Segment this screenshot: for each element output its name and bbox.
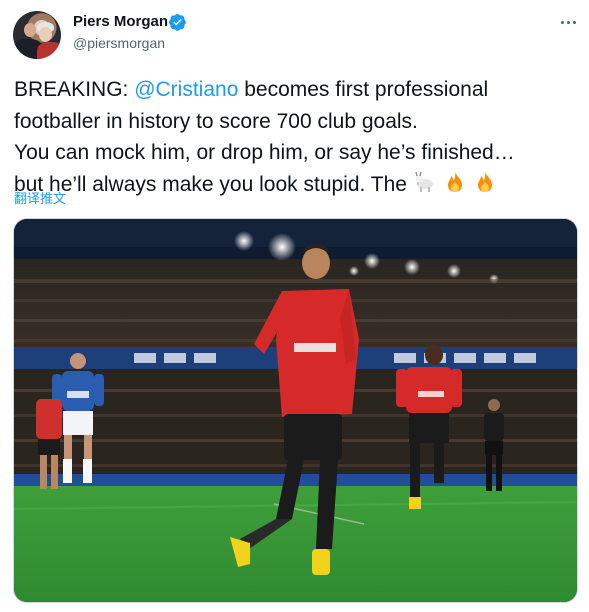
tweet-text: BREAKING: @Cristiano becomes first profe… — [14, 74, 584, 200]
fire-emoji-icon — [447, 171, 462, 192]
tweet-text-line1-rest: becomes first professional — [238, 78, 489, 101]
verified-badge-icon — [169, 13, 186, 31]
avatar-face-left — [24, 23, 36, 37]
tweet-text-line4: but he’ll always make you look stupid. T… — [14, 172, 413, 196]
football-photo-illustration — [14, 219, 577, 602]
tweet-text-prefix: BREAKING: — [14, 78, 135, 101]
author-handle[interactable]: @piersmorgan — [73, 35, 165, 51]
avatar-figure-right — [37, 42, 61, 59]
tweet-photo[interactable] — [13, 218, 578, 603]
tweet-text-line3: You can mock him, or drop him, or say he… — [14, 141, 515, 164]
mention-link[interactable]: @Cristiano — [134, 78, 238, 101]
translate-tweet-link[interactable]: 翻译推文 — [14, 188, 66, 207]
tweet-text-line2: footballer in history to score 700 club … — [14, 109, 418, 133]
more-options-icon[interactable] — [559, 13, 579, 33]
tweet-card: Piers Morgan @piersmorgan BREAKING: @Cri… — [0, 0, 589, 612]
fire-emoji-icon — [477, 171, 492, 192]
goat-emoji-icon — [415, 171, 433, 192]
avatar-face-right — [39, 27, 52, 42]
author-display-name[interactable]: Piers Morgan — [73, 13, 168, 30]
author-avatar[interactable] — [13, 11, 61, 59]
